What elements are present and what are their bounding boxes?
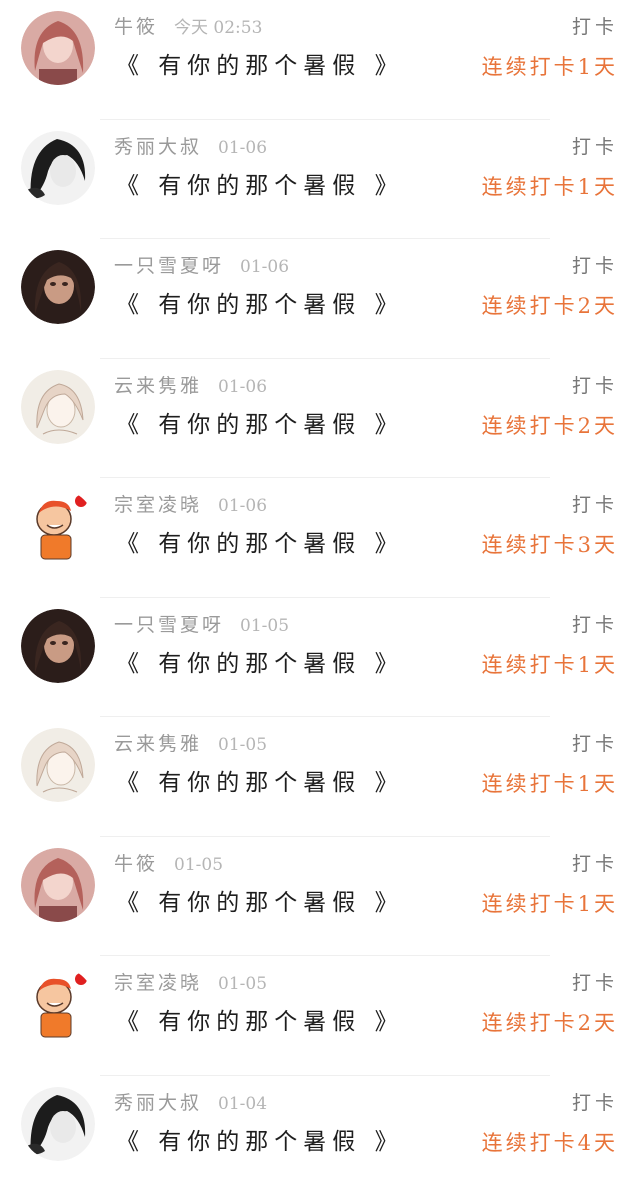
user-name[interactable]: 宗室凌晓 [114,494,202,516]
user-avatar[interactable] [21,370,95,444]
user-avatar[interactable] [21,1087,95,1161]
timestamp: 01-06 [240,257,289,277]
streak-text: 连续打卡2天 [482,411,618,441]
checkin-label: 打卡 [572,14,618,40]
timestamp: 01-05 [218,974,267,994]
user-name[interactable]: 一只雪夏呀 [114,255,224,277]
item-meta: 秀丽大叔 01-04 [114,1090,267,1116]
user-avatar[interactable] [21,250,95,324]
checkin-item[interactable]: 秀丽大叔 01-06 《 有你的那个暑假 》 打卡 连续打卡1天 [0,120,640,240]
book-title[interactable]: 《 有你的那个暑假 》 [116,170,404,202]
item-meta: 云来隽雅 01-06 [114,373,267,399]
book-title[interactable]: 《 有你的那个暑假 》 [116,409,404,441]
checkin-item[interactable]: 牛筱今天 02:53 《 有你的那个暑假 》 打卡 连续打卡1天 [0,0,640,120]
item-meta: 云来隽雅 01-05 [114,731,267,757]
timestamp: 01-04 [218,1094,267,1114]
item-meta: 一只雪夏呀 01-05 [114,612,289,638]
streak-text: 连续打卡1天 [482,172,618,202]
checkin-label: 打卡 [572,373,618,399]
checkin-item[interactable]: 一只雪夏呀 01-05 《 有你的那个暑假 》 打卡 连续打卡1天 [0,598,640,718]
book-title[interactable]: 《 有你的那个暑假 》 [116,1006,404,1038]
checkin-label: 打卡 [572,612,618,638]
user-avatar[interactable] [21,11,95,85]
book-title[interactable]: 《 有你的那个暑假 》 [116,528,404,560]
checkin-label: 打卡 [572,1090,618,1116]
timestamp: 01-05 [218,735,267,755]
streak-text: 连续打卡2天 [482,1008,618,1038]
book-title[interactable]: 《 有你的那个暑假 》 [116,648,404,680]
streak-text: 连续打卡1天 [482,650,618,680]
user-name[interactable]: 牛筱 [114,16,158,38]
streak-text: 连续打卡4天 [482,1128,618,1158]
streak-text: 连续打卡1天 [482,889,618,919]
user-name[interactable]: 秀丽大叔 [114,1092,202,1114]
book-title[interactable]: 《 有你的那个暑假 》 [116,1126,404,1158]
checkin-item[interactable]: 宗室凌晓 01-05 《 有你的那个暑假 》 打卡 连续打卡2天 [0,956,640,1076]
user-avatar[interactable] [21,489,95,563]
user-avatar[interactable] [21,609,95,683]
item-meta: 宗室凌晓 01-06 [114,492,267,518]
user-name[interactable]: 牛筱 [114,853,158,875]
user-name[interactable]: 秀丽大叔 [114,136,202,158]
book-title[interactable]: 《 有你的那个暑假 》 [116,289,404,321]
book-title[interactable]: 《 有你的那个暑假 》 [116,767,404,799]
item-meta: 一只雪夏呀 01-06 [114,253,289,279]
user-avatar[interactable] [21,131,95,205]
timestamp: 01-05 [240,616,289,636]
book-title[interactable]: 《 有你的那个暑假 》 [116,50,404,82]
book-title[interactable]: 《 有你的那个暑假 》 [116,887,404,919]
checkin-label: 打卡 [572,970,618,996]
checkin-label: 打卡 [572,253,618,279]
user-avatar[interactable] [21,848,95,922]
streak-text: 连续打卡1天 [482,769,618,799]
user-name[interactable]: 一只雪夏呀 [114,614,224,636]
streak-text: 连续打卡3天 [482,530,618,560]
checkin-item[interactable]: 云来隽雅 01-06 《 有你的那个暑假 》 打卡 连续打卡2天 [0,359,640,479]
item-meta: 宗室凌晓 01-05 [114,970,267,996]
user-avatar[interactable] [21,728,95,802]
item-meta: 牛筱 01-05 [114,851,223,877]
item-meta: 秀丽大叔 01-06 [114,134,267,160]
streak-text: 连续打卡2天 [482,291,618,321]
user-avatar[interactable] [21,967,95,1041]
checkin-item[interactable]: 宗室凌晓 01-06 《 有你的那个暑假 》 打卡 连续打卡3天 [0,478,640,598]
user-name[interactable]: 云来隽雅 [114,733,202,755]
user-name[interactable]: 云来隽雅 [114,375,202,397]
checkin-label: 打卡 [572,134,618,160]
checkin-feed: 牛筱今天 02:53 《 有你的那个暑假 》 打卡 连续打卡1天 秀丽大叔01-… [0,0,640,1179]
timestamp: 今天 02:53 [174,18,262,38]
checkin-label: 打卡 [572,731,618,757]
timestamp: 01-06 [218,138,267,158]
timestamp: 01-06 [218,496,267,516]
checkin-label: 打卡 [572,851,618,877]
checkin-item[interactable]: 牛筱 01-05 《 有你的那个暑假 》 打卡 连续打卡1天 [0,837,640,957]
checkin-item[interactable]: 一只雪夏呀 01-06 《 有你的那个暑假 》 打卡 连续打卡2天 [0,239,640,359]
timestamp: 01-05 [174,855,223,875]
user-name[interactable]: 宗室凌晓 [114,972,202,994]
checkin-label: 打卡 [572,492,618,518]
timestamp: 01-06 [218,377,267,397]
item-meta: 牛筱今天 02:53 [114,14,262,40]
streak-text: 连续打卡1天 [482,52,618,82]
checkin-item[interactable]: 云来隽雅 01-05 《 有你的那个暑假 》 打卡 连续打卡1天 [0,717,640,837]
checkin-item[interactable]: 秀丽大叔 01-04 《 有你的那个暑假 》 打卡 连续打卡4天 [0,1076,640,1195]
